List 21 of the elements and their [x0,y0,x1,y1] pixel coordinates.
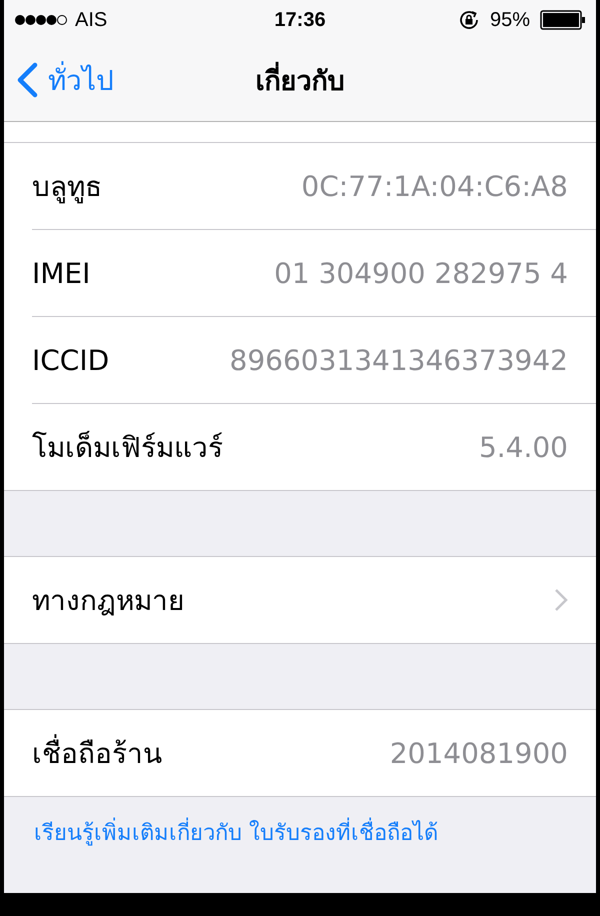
row-label: เชื่อถือร้าน [32,731,162,775]
chevron-right-icon [554,588,568,612]
row-label: โมเด็มเฟิร์มแวร์ [32,430,223,466]
battery-icon [540,10,586,30]
row-value: 0C:77:1A:04:C6:A8 [301,170,568,202]
row-label: ICCID [32,344,110,376]
page-title: เกี่ยวกับ [256,59,344,102]
back-button[interactable]: ทั่วไป [16,58,114,102]
row-label: ทางกฎหมาย [32,583,184,619]
row-value: 5.4.00 [478,430,568,464]
row-label: บลูทูธ [32,169,102,206]
chevron-left-icon [16,62,38,98]
row-value: 8966031341346373942 [230,344,568,376]
clock-time: 17:36 [274,8,326,32]
carrier-name: AIS [75,8,108,32]
row-value: 01 304900 282975 4 [274,256,568,290]
battery-percent: 95% [490,8,530,32]
rotation-lock-icon [458,9,480,31]
signal-icon [14,14,68,26]
row-value: 2014081900 [390,736,568,770]
row-label: IMEI [32,256,90,290]
